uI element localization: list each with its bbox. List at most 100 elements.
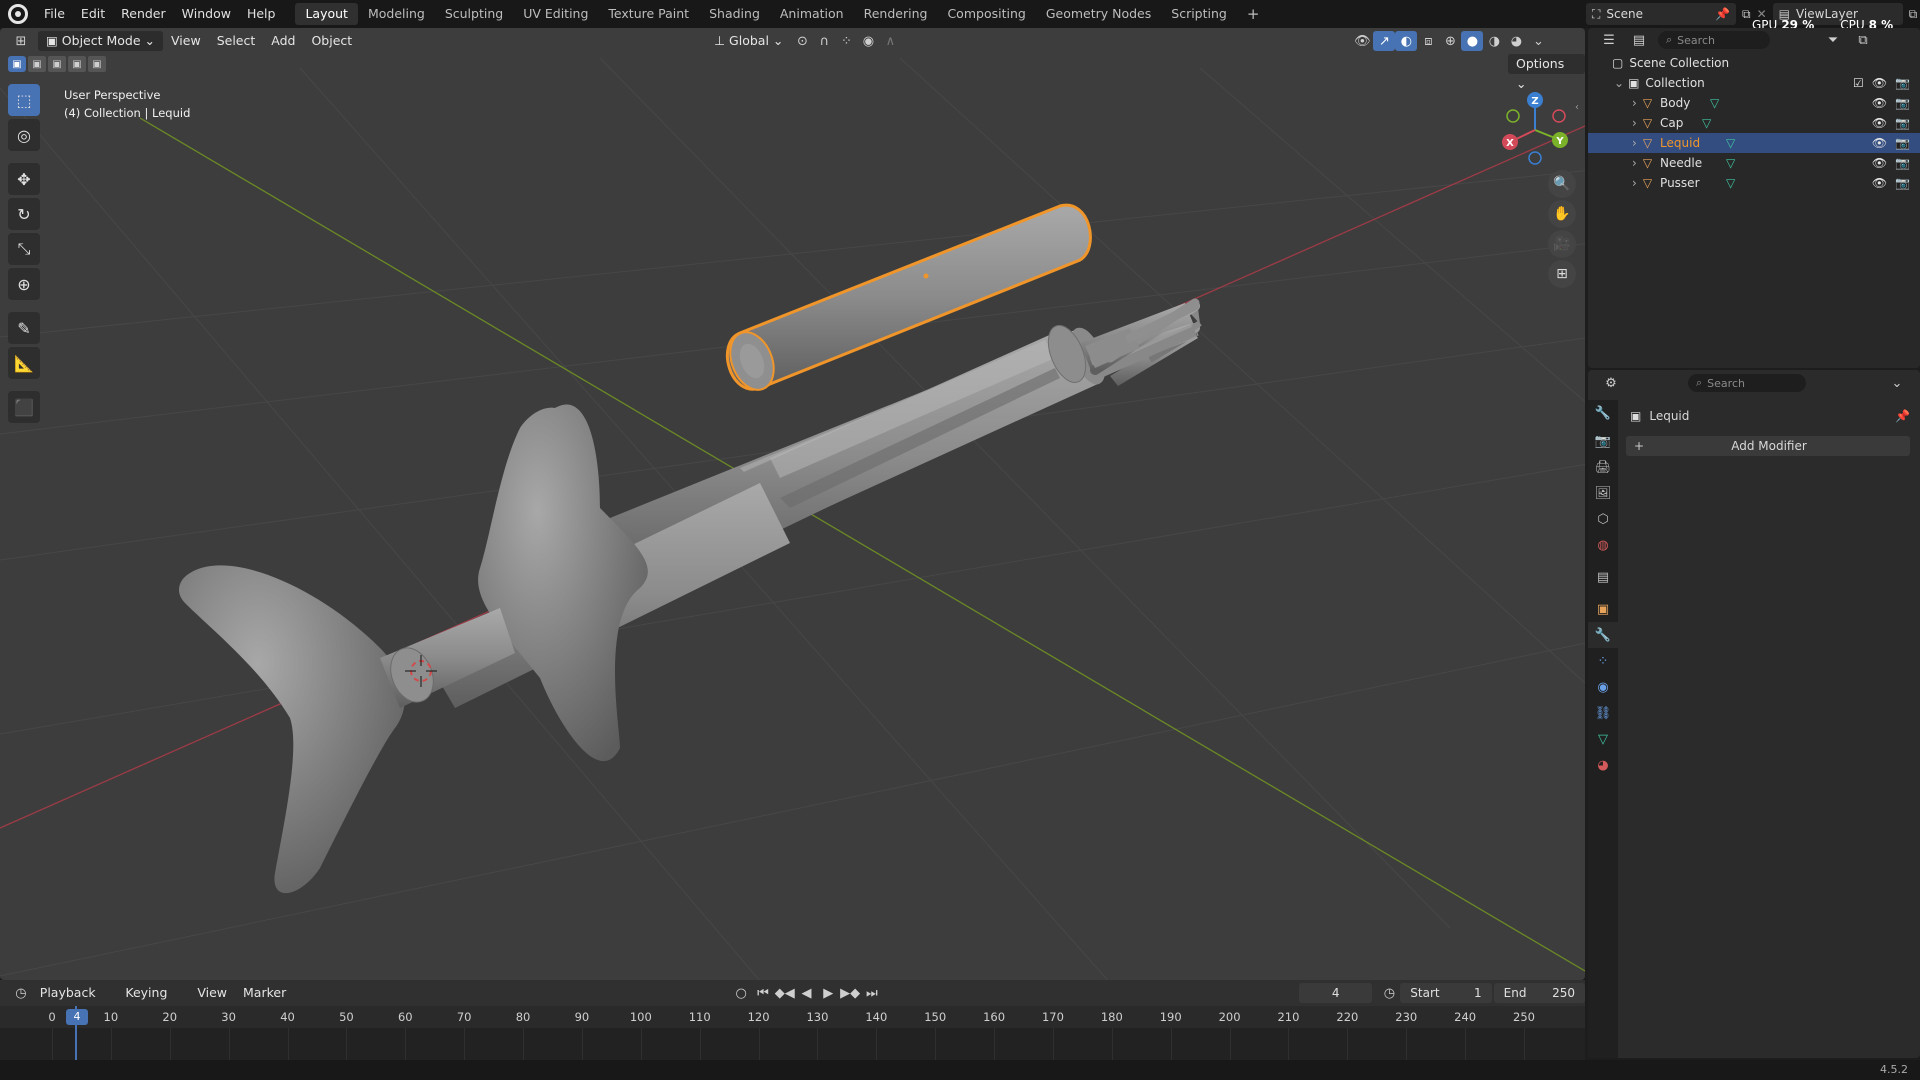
select-box-tool[interactable]: ⬚ — [8, 84, 40, 116]
solid-shading-icon[interactable]: ● — [1461, 31, 1484, 51]
menu-file[interactable]: File — [36, 3, 73, 25]
checkbox-icon[interactable]: ☑ — [1853, 76, 1864, 90]
3d-viewport[interactable]: ⊞ ▣ Object Mode ⌄ View Select Add Object… — [0, 28, 1585, 980]
tab-shading[interactable]: Shading — [699, 3, 770, 25]
editor-type-icon[interactable]: ⊞ — [10, 31, 32, 51]
output-tab-icon[interactable]: 🖨 — [1588, 454, 1618, 480]
tab-animation[interactable]: Animation — [770, 3, 854, 25]
camera-icon[interactable]: 📷 — [1895, 96, 1910, 110]
tool-tab-icon[interactable]: 🔧 — [1588, 400, 1618, 426]
tab-geometry-nodes[interactable]: Geometry Nodes — [1036, 3, 1161, 25]
tab-sculpting[interactable]: Sculpting — [435, 3, 513, 25]
outliner-item-lequid[interactable]: › ▽ Lequid ▽ 👁 📷 — [1588, 133, 1920, 153]
properties-editor-type-icon[interactable]: ⚙ — [1600, 373, 1622, 393]
menu-object[interactable]: Object — [303, 31, 360, 51]
chevron-right-icon[interactable]: › — [1632, 136, 1637, 150]
menu-window[interactable]: Window — [174, 3, 239, 25]
measure-tool[interactable]: 📐 — [8, 347, 40, 379]
scene-render[interactable] — [0, 28, 1585, 980]
object-tab-icon[interactable]: ▣ — [1588, 596, 1618, 622]
xray-icon[interactable]: ⧈ — [1417, 31, 1439, 51]
material-shading-icon[interactable]: ◑ — [1483, 31, 1505, 51]
select-invert-icon[interactable]: ▣ — [68, 56, 86, 72]
playback-dropdown[interactable]: Playback ⌄ — [32, 983, 118, 1020]
chevron-right-icon[interactable]: › — [1632, 176, 1637, 190]
blender-logo-icon[interactable] — [8, 4, 28, 24]
outliner-editor-type-icon[interactable]: ☰ — [1598, 30, 1620, 50]
collection-tab-icon[interactable]: ▤ — [1588, 564, 1618, 590]
camera-icon[interactable]: 📷 — [1895, 116, 1910, 130]
menu-render[interactable]: Render — [113, 3, 174, 25]
select-new-icon[interactable]: ▣ — [8, 56, 26, 72]
menu-help[interactable]: Help — [239, 3, 284, 25]
playhead-marker[interactable]: 4 — [66, 1009, 88, 1025]
camera-view-icon[interactable]: 🎥 — [1548, 230, 1576, 258]
rotate-tool[interactable]: ↻ — [8, 198, 40, 230]
outliner-scene-collection[interactable]: ▢ Scene Collection — [1588, 53, 1920, 73]
add-modifier-button[interactable]: + Add Modifier — [1626, 436, 1910, 456]
perspective-toggle-icon[interactable]: ⊞ — [1548, 260, 1576, 288]
scale-tool[interactable]: ⤡ — [8, 233, 40, 265]
add-cube-tool[interactable]: ⬛ — [8, 391, 40, 423]
eye-icon[interactable]: 👁 — [1872, 136, 1887, 150]
mode-dropdown[interactable]: ▣ Object Mode ⌄ — [38, 31, 164, 51]
world-tab-icon[interactable]: ◍ — [1588, 532, 1618, 558]
render-tab-icon[interactable]: 📷 — [1588, 428, 1618, 454]
chevron-down-icon[interactable]: ⌄ — [1886, 373, 1908, 393]
end-frame-field[interactable]: End 250 — [1493, 983, 1585, 1003]
outliner-item-body[interactable]: › ▽ Body ▽ 👁 📷 — [1588, 93, 1920, 113]
tab-rendering[interactable]: Rendering — [854, 3, 938, 25]
menu-select[interactable]: Select — [209, 31, 264, 51]
timeline-menu-marker[interactable]: Marker — [235, 983, 294, 1003]
move-tool[interactable]: ✥ — [8, 163, 40, 195]
timeline-menu-view[interactable]: View — [189, 983, 235, 1003]
sidebar-toggle-icon[interactable]: ‹ — [1575, 102, 1579, 113]
chevron-right-icon[interactable]: › — [1632, 116, 1637, 130]
shading-options-icon[interactable]: ⌄ — [1527, 31, 1549, 51]
new-collection-icon[interactable]: ⧉ — [1852, 30, 1874, 50]
preview-range-icon[interactable]: ◷ — [1378, 983, 1400, 1003]
start-frame-field[interactable]: Start 1 — [1400, 983, 1492, 1003]
next-keyframe-icon[interactable]: ▶◆ — [839, 983, 861, 1003]
overlay-toggle-icon[interactable]: ◐ — [1395, 31, 1418, 51]
outliner-item-pusser[interactable]: › ▽ Pusser ▽ 👁 📷 — [1588, 173, 1920, 193]
modifiers-tab-icon[interactable]: 🔧 — [1588, 622, 1618, 648]
tab-uv-editing[interactable]: UV Editing — [513, 3, 598, 25]
eye-icon[interactable]: 👁 — [1872, 176, 1887, 190]
new-scene-icon[interactable]: ⧉ — [1742, 7, 1751, 22]
snap-target-icon[interactable]: ⁘ — [835, 31, 857, 51]
tab-scripting[interactable]: Scripting — [1161, 3, 1237, 25]
outliner-search-field[interactable]: ⌕ Search — [1658, 31, 1770, 49]
play-reverse-icon[interactable]: ◀ — [796, 983, 818, 1003]
current-frame-field[interactable]: 4 — [1298, 983, 1373, 1003]
transform-tool[interactable]: ⊕ — [8, 268, 40, 300]
filter-icon[interactable]: ⏷ — [1822, 30, 1844, 50]
pin-icon[interactable]: 📌 — [1715, 7, 1730, 21]
wireframe-shading-icon[interactable]: ⊕ — [1439, 31, 1461, 51]
select-extend-icon[interactable]: ▣ — [28, 56, 46, 72]
tab-modeling[interactable]: Modeling — [358, 3, 435, 25]
material-tab-icon[interactable]: ◕ — [1588, 752, 1618, 778]
transform-orientation-dropdown[interactable]: ⊥ Global ⌄ — [706, 31, 791, 51]
navigation-gizmo[interactable]: Z Y X — [1495, 90, 1575, 170]
camera-icon[interactable]: 📷 — [1895, 136, 1910, 150]
eye-icon[interactable]: 👁 — [1872, 76, 1887, 90]
zoom-icon[interactable]: 🔍 — [1548, 170, 1576, 198]
options-dropdown[interactable]: Options ⌄ — [1508, 54, 1585, 91]
camera-icon[interactable]: 📷 — [1895, 156, 1910, 170]
particles-tab-icon[interactable]: ⁘ — [1588, 648, 1618, 674]
select-intersect-icon[interactable]: ▣ — [88, 56, 106, 72]
outliner-collection[interactable]: ⌄ ▣ Collection ☑ 👁 📷 — [1588, 73, 1920, 93]
pivot-icon[interactable]: ⊙ — [791, 31, 813, 51]
play-icon[interactable]: ▶ — [817, 983, 839, 1003]
tab-compositing[interactable]: Compositing — [937, 3, 1035, 25]
menu-edit[interactable]: Edit — [73, 3, 113, 25]
gizmo-toggle-icon[interactable]: ↗ — [1373, 31, 1396, 51]
constraints-tab-icon[interactable]: ⛓ — [1588, 700, 1618, 726]
menu-view[interactable]: View — [163, 31, 209, 51]
prev-keyframe-icon[interactable]: ◆◀ — [774, 983, 796, 1003]
pan-hand-icon[interactable]: ✋ — [1548, 200, 1576, 228]
keying-dropdown[interactable]: Keying ⌄ — [117, 983, 189, 1020]
physics-tab-icon[interactable]: ◉ — [1588, 674, 1618, 700]
auto-keying-icon[interactable]: ○ — [730, 983, 752, 1003]
